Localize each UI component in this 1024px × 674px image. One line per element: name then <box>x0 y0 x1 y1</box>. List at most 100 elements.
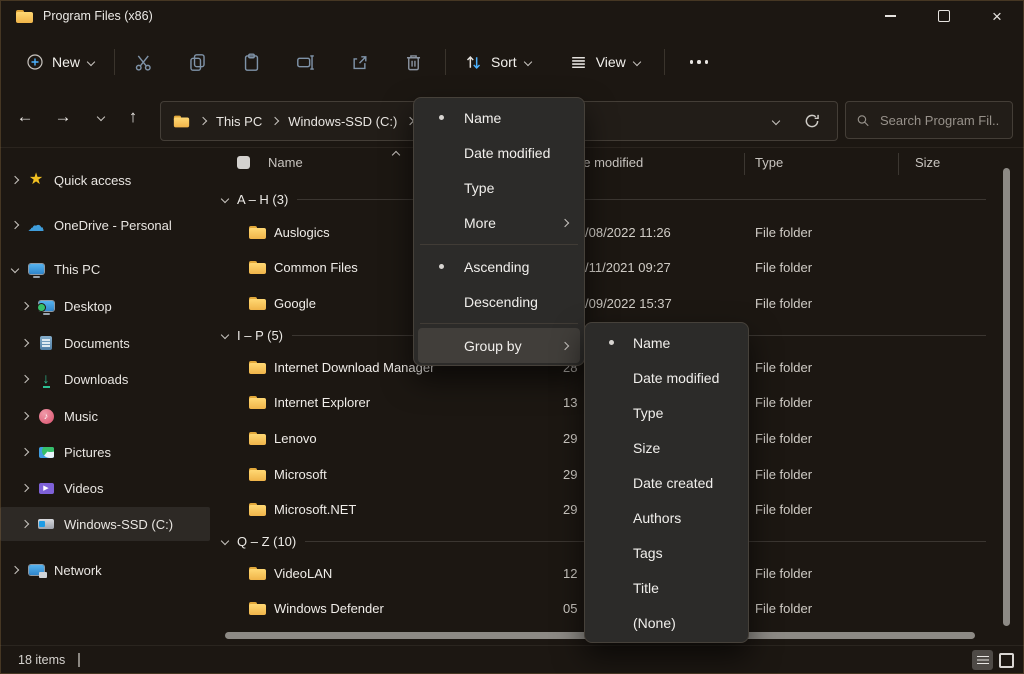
column-name[interactable]: Name <box>268 155 303 170</box>
delete-button[interactable] <box>393 45 433 79</box>
paste-button[interactable] <box>231 45 271 79</box>
submenu-item-type[interactable]: Type <box>589 395 744 430</box>
expand-chevron-icon[interactable] <box>21 448 29 456</box>
copy-button[interactable] <box>177 45 217 79</box>
menu-item-type[interactable]: Type <box>418 170 580 205</box>
breadcrumb-chevron-icon[interactable] <box>199 117 207 125</box>
expand-chevron-icon[interactable] <box>11 566 19 574</box>
network-icon <box>27 561 45 579</box>
title-bar: Program Files (x86) × <box>0 0 1024 32</box>
expand-chevron-icon[interactable] <box>21 412 29 420</box>
view-button[interactable]: View <box>561 47 648 78</box>
menu-item-more[interactable]: More <box>418 205 580 240</box>
submenu-item-title[interactable]: Title <box>589 570 744 605</box>
folder-icon <box>249 602 266 615</box>
group-header-a-h[interactable]: A – H (3) <box>212 182 1002 216</box>
sidebar-item-videos[interactable]: ▶ Videos <box>0 473 210 503</box>
sidebar-item-downloads[interactable]: ↓ Downloads <box>0 364 210 394</box>
scissors-icon <box>134 53 153 72</box>
menu-item-name[interactable]: Name <box>418 100 580 135</box>
column-type[interactable]: Type <box>755 155 783 170</box>
menu-item-group-by[interactable]: Group by <box>418 328 580 363</box>
refresh-icon[interactable] <box>803 112 821 130</box>
submenu-item-none[interactable]: (None) <box>589 605 744 640</box>
sidebar-item-windows-ssd[interactable]: Windows-SSD (C:) <box>0 507 210 541</box>
expand-chevron-icon[interactable] <box>21 375 29 383</box>
search-input[interactable] <box>878 112 1002 129</box>
expand-chevron-icon[interactable] <box>11 221 19 229</box>
breadcrumb-drive[interactable]: Windows-SSD (C:) <box>284 114 401 129</box>
expand-chevron-icon[interactable] <box>21 302 29 310</box>
file-row-google[interactable]: Google /09/2022 15:37 File folder <box>212 287 1002 321</box>
submenu-item-name[interactable]: Name <box>589 325 744 360</box>
see-more-button[interactable] <box>679 45 719 79</box>
close-button[interactable]: × <box>974 0 1020 32</box>
file-explorer-window: Program Files (x86) × New <box>0 0 1024 674</box>
expand-chevron-icon[interactable] <box>11 176 19 184</box>
group-collapse-icon[interactable] <box>221 537 229 545</box>
minimize-button[interactable] <box>867 0 913 32</box>
back-button[interactable]: ← <box>8 100 42 134</box>
menu-item-ascending[interactable]: Ascending <box>418 249 580 284</box>
search-box[interactable] <box>845 101 1013 139</box>
submenu-item-date-created[interactable]: Date created <box>589 465 744 500</box>
sidebar-item-quick-access[interactable]: ★ Quick access <box>0 165 210 195</box>
select-all-checkbox[interactable] <box>237 156 250 169</box>
recent-locations-button[interactable] <box>84 100 118 134</box>
new-button[interactable]: New <box>18 47 102 77</box>
address-dropdown-icon[interactable] <box>772 117 780 125</box>
sidebar-item-desktop[interactable]: Desktop <box>0 291 210 321</box>
chevron-down-icon <box>633 58 641 66</box>
menu-item-descending[interactable]: Descending <box>418 284 580 319</box>
maximize-button[interactable] <box>921 0 967 32</box>
sidebar-item-pictures[interactable]: Pictures <box>0 437 210 467</box>
forward-button[interactable]: → <box>46 100 80 134</box>
details-view-button[interactable] <box>972 650 993 670</box>
toolbar-divider <box>664 49 665 75</box>
sidebar-item-onedrive[interactable]: ☁ OneDrive - Personal <box>0 210 210 240</box>
music-icon: ♪ <box>37 407 55 425</box>
up-button[interactable]: ↑ <box>116 100 150 134</box>
submenu-chevron-icon <box>561 341 569 349</box>
selected-bullet-icon <box>609 340 614 345</box>
submenu-item-size[interactable]: Size <box>589 430 744 465</box>
toolbar-divider <box>114 49 115 75</box>
submenu-item-authors[interactable]: Authors <box>589 500 744 535</box>
cut-button[interactable] <box>123 45 163 79</box>
window-title: Program Files (x86) <box>43 9 153 23</box>
share-button[interactable] <box>339 45 379 79</box>
group-collapse-icon[interactable] <box>221 195 229 203</box>
column-divider[interactable] <box>898 153 899 175</box>
sort-ascending-icon <box>392 151 400 159</box>
sort-button[interactable]: Sort <box>456 47 539 78</box>
chevron-down-icon <box>523 58 531 66</box>
sidebar-item-documents[interactable]: Documents <box>0 328 210 358</box>
computer-icon <box>27 260 45 278</box>
column-divider[interactable] <box>744 153 745 175</box>
expand-chevron-icon[interactable] <box>21 339 29 347</box>
submenu-chevron-icon <box>561 218 569 226</box>
group-collapse-icon[interactable] <box>221 331 229 339</box>
menu-item-date-modified[interactable]: Date modified <box>418 135 580 170</box>
breadcrumb-chevron-icon[interactable] <box>271 117 279 125</box>
expand-chevron-icon[interactable] <box>21 484 29 492</box>
view-lines-icon <box>569 53 588 72</box>
paste-icon <box>242 53 261 72</box>
new-button-label: New <box>52 54 80 70</box>
collapse-chevron-icon[interactable] <box>11 265 19 273</box>
vertical-scrollbar[interactable] <box>1003 168 1010 626</box>
view-button-label: View <box>596 54 626 70</box>
sidebar-item-this-pc[interactable]: This PC <box>0 254 210 284</box>
file-row-common-files[interactable]: Common Files /11/2021 09:27 File folder <box>212 251 1002 285</box>
file-row-auslogics[interactable]: Auslogics /08/2022 11:26 File folder <box>212 216 1002 250</box>
column-size[interactable]: Size <box>915 155 940 170</box>
submenu-item-tags[interactable]: Tags <box>589 535 744 570</box>
breadcrumb-this-pc[interactable]: This PC <box>212 114 266 129</box>
expand-chevron-icon[interactable] <box>21 520 29 528</box>
submenu-item-date-modified[interactable]: Date modified <box>589 360 744 395</box>
large-icons-view-button[interactable] <box>996 650 1017 670</box>
sidebar-item-network[interactable]: Network <box>0 555 210 585</box>
sidebar-item-music[interactable]: ♪ Music <box>0 401 210 431</box>
folder-icon <box>249 297 266 310</box>
rename-button[interactable] <box>285 45 325 79</box>
